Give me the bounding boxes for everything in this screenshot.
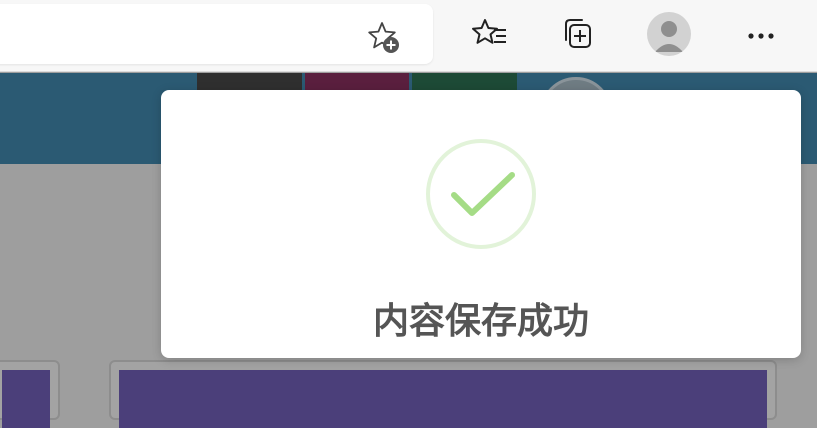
success-toast: 内容保存成功 [161, 90, 801, 358]
profile-avatar [647, 12, 691, 56]
favorites-list-icon [472, 19, 506, 44]
star-plus-icon [368, 22, 399, 53]
ellipsis-icon [748, 33, 774, 39]
check-icon [451, 172, 515, 216]
content-card [109, 360, 777, 428]
content-card [0, 360, 60, 428]
toast-message: 内容保存成功 [372, 301, 589, 342]
browser-toolbar [0, 0, 817, 72]
address-bar[interactable] [0, 4, 433, 64]
collections-button[interactable] [555, 12, 599, 56]
profile-button[interactable] [647, 12, 691, 56]
collections-icon [565, 19, 591, 48]
card-thumbnail [119, 370, 767, 428]
add-favorite-button[interactable] [364, 18, 402, 56]
favorites-button[interactable] [467, 12, 511, 56]
success-ring [426, 139, 536, 249]
more-button[interactable] [739, 12, 783, 56]
card-thumbnail [2, 370, 50, 428]
